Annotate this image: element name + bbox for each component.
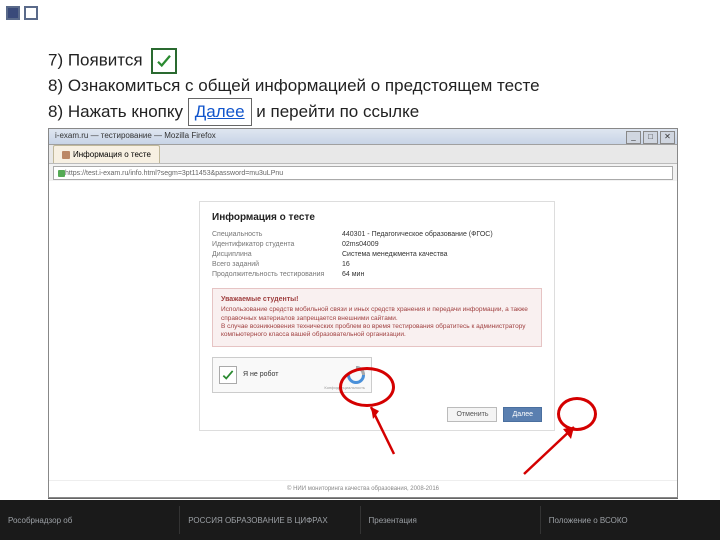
action-row: Отменить Далее: [212, 407, 542, 422]
tab-bar: Информация о тесте: [49, 145, 677, 164]
bottom-strip: Рособрнадзор об РОССИЯ ОБРАЗОВАНИЕ В ЦИФ…: [0, 500, 720, 540]
instruction-line: 7) Появится: [48, 48, 672, 74]
card-heading: Информация о тесте: [212, 212, 542, 223]
minimize-button[interactable]: _: [626, 131, 641, 144]
strip-cell: РОССИЯ ОБРАЗОВАНИЕ В ЦИФРАХ: [180, 506, 360, 534]
decor-square: [6, 6, 20, 20]
alert-text: Использование средств мобильной связи и …: [221, 306, 528, 321]
recaptcha-label: Я не робот: [243, 371, 347, 378]
green-check-icon: [151, 48, 177, 74]
browser-window: i-exam.ru — тестирование — Mozilla Firef…: [48, 128, 678, 498]
cancel-button[interactable]: Отменить: [447, 407, 497, 422]
strip-cell: Презентация: [361, 506, 541, 534]
window-controls: _ □ ✕: [626, 131, 675, 144]
next-button[interactable]: Далее: [503, 407, 542, 422]
info-row: ДисциплинаСистема менеджмента качества: [212, 251, 542, 258]
recaptcha-widget[interactable]: Я не робот Конфиденциальность: [212, 357, 372, 393]
instructions-block: 7) Появится 8) Ознакомиться с общей инфо…: [48, 48, 672, 126]
alert-title: Уважаемые студенты!: [221, 295, 533, 304]
warning-alert: Уважаемые студенты! Использование средст…: [212, 288, 542, 347]
decor-square: [24, 6, 38, 20]
instruction-line: 8) Ознакомиться с общей информацией о пр…: [48, 74, 672, 98]
strip-cell: Рособрнадзор об: [0, 506, 180, 534]
text: и перейти по ссылке: [256, 102, 419, 121]
info-row: Специальность440301 - Педагогическое обр…: [212, 231, 542, 238]
recaptcha-icon: [347, 366, 365, 384]
text: 7) Появится: [48, 50, 143, 69]
corner-decor: [6, 6, 38, 20]
window-titlebar: i-exam.ru — тестирование — Mozilla Firef…: [49, 129, 677, 145]
text: 8) Нажать кнопку: [48, 102, 183, 121]
close-button[interactable]: ✕: [660, 131, 675, 144]
page-footer: © НИИ мониторинга качества образования, …: [49, 480, 677, 497]
recaptcha-sub: Конфиденциальность: [324, 385, 365, 390]
next-link-sample: Далее: [188, 98, 252, 126]
strip-cell: Положение о ВСОКО: [541, 506, 720, 534]
info-row: Продолжительность тестирования64 мин: [212, 271, 542, 278]
info-row: Всего заданий16: [212, 261, 542, 268]
instruction-line: 8) Нажать кнопку Далее и перейти по ссыл…: [48, 98, 672, 126]
browser-tab[interactable]: Информация о тесте: [53, 145, 160, 163]
alert-text: В случае возникновения технических пробл…: [221, 323, 525, 338]
maximize-button[interactable]: □: [643, 131, 658, 144]
url-input[interactable]: https://test.i-exam.ru/info.html?segm=3p…: [53, 166, 673, 180]
window-title: i-exam.ru — тестирование — Mozilla Firef…: [55, 131, 216, 140]
page-body: Информация о тесте Специальность440301 -…: [49, 181, 677, 497]
info-row: Идентификатор студента02ms04009: [212, 241, 542, 248]
lock-icon: [58, 170, 65, 177]
test-info-card: Информация о тесте Специальность440301 -…: [199, 201, 555, 431]
recaptcha-checkbox[interactable]: [219, 366, 237, 384]
